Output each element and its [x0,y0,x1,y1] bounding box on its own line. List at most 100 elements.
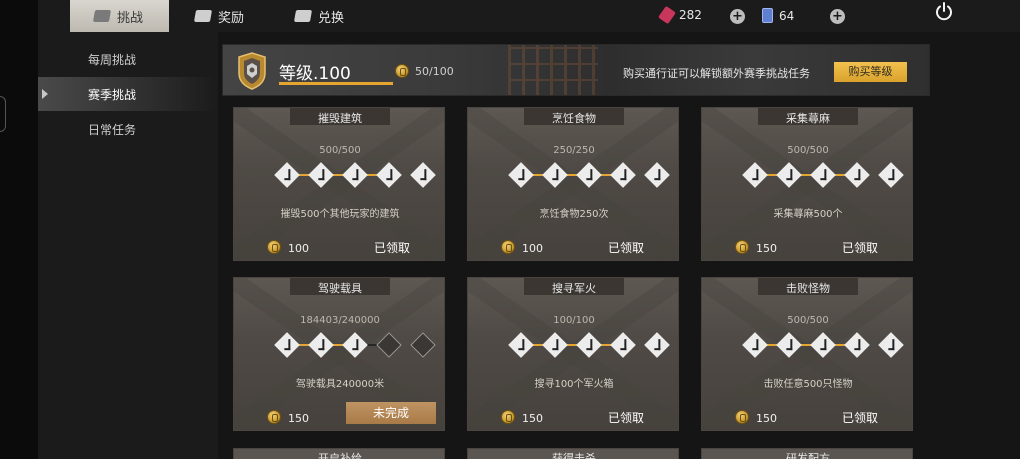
milestone-complete-icon [776,332,802,358]
milestone-track [742,162,904,188]
task-title: 烹饪食物 [552,112,596,125]
milestone-complete-icon [810,162,836,188]
reward-amount: 150 [522,412,543,425]
checkmark-icon [352,339,359,351]
checkmark-icon [318,339,325,351]
card-count: 64 [779,8,795,23]
checkmark-icon [854,169,861,181]
milestone-track [274,162,436,188]
milestone-complete-icon [308,162,334,188]
checkmark-icon [820,339,827,351]
top-bar: 挑战 奖励 兑换 282 + 64 + [38,0,1020,32]
power-icon[interactable] [934,1,954,21]
sidebar: 每周挑战 赛季挑战 日常任务 [38,32,218,459]
task-title: 击败怪物 [786,282,830,295]
task-title: 获得击杀 [552,452,596,459]
incomplete-button[interactable]: 未完成 [346,402,436,424]
tab-challenge[interactable]: 挑战 [70,0,169,32]
reward-amount: 150 [288,412,309,425]
milestone-complete-icon [878,332,904,358]
claimed-status: 已领取 [608,411,645,425]
sidebar-item-daily[interactable]: 日常任务 [38,112,218,146]
milestone-complete-icon [742,162,768,188]
task-card: 驾驶载具 184403/240000 驾驶载具240000米 150 未完成 [233,277,445,431]
checkmark-icon [752,169,759,181]
milestone-complete-icon [576,332,602,358]
task-title: 搜寻军火 [552,282,596,295]
level-banner: 等级.100 50/100 购买通行证可以解锁额外赛季挑战任务 购买等级 [222,44,930,96]
milestone-complete-icon [844,332,870,358]
task-card: 烹饪食物 250/250 烹饪食物250次 100 已领取 [467,107,679,261]
tab-exchange[interactable]: 兑换 [293,0,375,32]
milestone-complete-icon [844,162,870,188]
milestone-track [508,162,670,188]
checkmark-icon [318,169,325,181]
checkmark-icon [284,169,291,181]
task-card-peek: 研发配方 [701,448,913,459]
ticket-resource: 282 [658,5,702,25]
milestone-complete-icon [376,162,402,188]
checkmark-icon [654,169,661,181]
task-card-peek: 开启补给 [233,448,445,459]
task-title: 开启补给 [318,452,362,459]
claimed-status: 已领取 [842,411,879,425]
task-card: 搜寻军火 100/100 搜寻100个军火箱 150 已领取 [467,277,679,431]
task-title: 采集蕁麻 [786,112,830,125]
task-card-peek: 获得击杀 [467,448,679,459]
milestone-track [508,332,670,358]
milestone-complete-icon [508,162,534,188]
coin-icon [501,410,515,424]
milestone-empty-icon [410,332,436,358]
add-tickets-button[interactable]: + [730,9,745,24]
task-card: 摧毁建筑 500/500 摧毁500个其他玩家的建筑 100 已领取 [233,107,445,261]
checkmark-icon [620,339,627,351]
checkmark-icon [654,339,661,351]
coin-icon [735,410,749,424]
checkmark-icon [752,339,759,351]
task-card: 采集蕁麻 500/500 采集蕁麻500个 150 已领取 [701,107,913,261]
checkmark-icon [820,169,827,181]
task-title: 摧毁建筑 [318,112,362,125]
checkmark-icon [786,339,793,351]
edge-handle [0,96,6,132]
level-label: 等级.100 [279,64,351,84]
coin-icon [735,240,749,254]
checkmark-icon [552,169,559,181]
checkmark-icon [786,169,793,181]
sidebar-item-weekly[interactable]: 每周挑战 [38,42,218,76]
rank-badge-icon [238,52,266,90]
claimed-status: 已领取 [842,241,879,255]
checkmark-icon [284,339,291,351]
tab-rewards[interactable]: 奖励 [193,0,275,32]
milestone-complete-icon [308,332,334,358]
main-panel: 等级.100 50/100 购买通行证可以解锁额外赛季挑战任务 购买等级 摧毁建… [218,32,1020,459]
box-icon [92,10,112,22]
milestone-complete-icon [410,162,436,188]
reward-amount: 100 [522,242,543,255]
reward-amount: 100 [288,242,309,255]
milestone-complete-icon [810,332,836,358]
checkmark-icon [586,339,593,351]
buy-level-button[interactable]: 购买等级 [834,62,907,82]
coin-icon [267,410,281,424]
claimed-status: 已领取 [608,241,645,255]
milestone-complete-icon [274,162,300,188]
add-cards-button[interactable]: + [830,9,845,24]
milestone-track [274,332,436,358]
milestone-complete-icon [644,162,670,188]
level-progress-bar [279,82,393,85]
level-points: 50/100 [415,65,454,78]
card-icon [762,8,773,23]
task-progress-count: 100/100 [553,315,595,326]
checkmark-icon [420,169,427,181]
task-progress-count: 250/250 [553,145,595,156]
banner-background-art [508,45,598,95]
sidebar-item-season[interactable]: 赛季挑战 [38,77,218,111]
sidebar-item-label: 赛季挑战 [88,87,137,102]
pass-hint-text: 购买通行证可以解锁额外赛季挑战任务 [623,67,810,80]
milestone-complete-icon [610,162,636,188]
milestone-complete-icon [576,162,602,188]
box-icon [193,10,213,22]
screen-left-edge [0,0,38,459]
tab-label: 奖励 [218,10,245,26]
